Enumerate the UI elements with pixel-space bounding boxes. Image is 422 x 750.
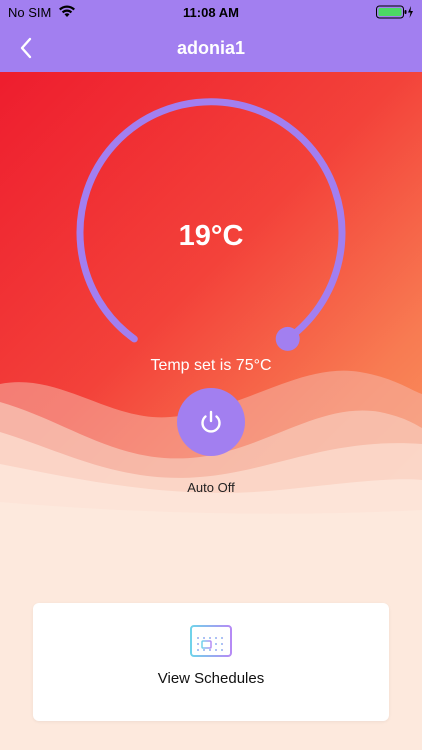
status-time: 11:08 AM <box>183 5 239 20</box>
power-icon <box>201 410 221 433</box>
current-temperature: 19°C <box>178 220 244 252</box>
page-title: adonia1 <box>176 38 246 58</box>
dial-handle[interactable] <box>275 326 300 351</box>
nav-bar: adonia1 <box>0 24 422 72</box>
thermostat-panel: 19°C Temp set is 75°C Auto Off <box>0 72 422 552</box>
calendar-icon <box>190 621 232 657</box>
power-mode-label: Auto Off <box>187 480 235 495</box>
battery-charging-icon <box>376 5 413 19</box>
power-button[interactable] <box>177 388 245 456</box>
status-bar: No SIM 11:08 AM <box>0 0 422 24</box>
temperature-setpoint: Temp set is 75°C <box>150 357 272 374</box>
view-schedules-label: View Schedules <box>157 670 265 687</box>
view-schedules-button[interactable]: View Schedules <box>33 603 389 721</box>
